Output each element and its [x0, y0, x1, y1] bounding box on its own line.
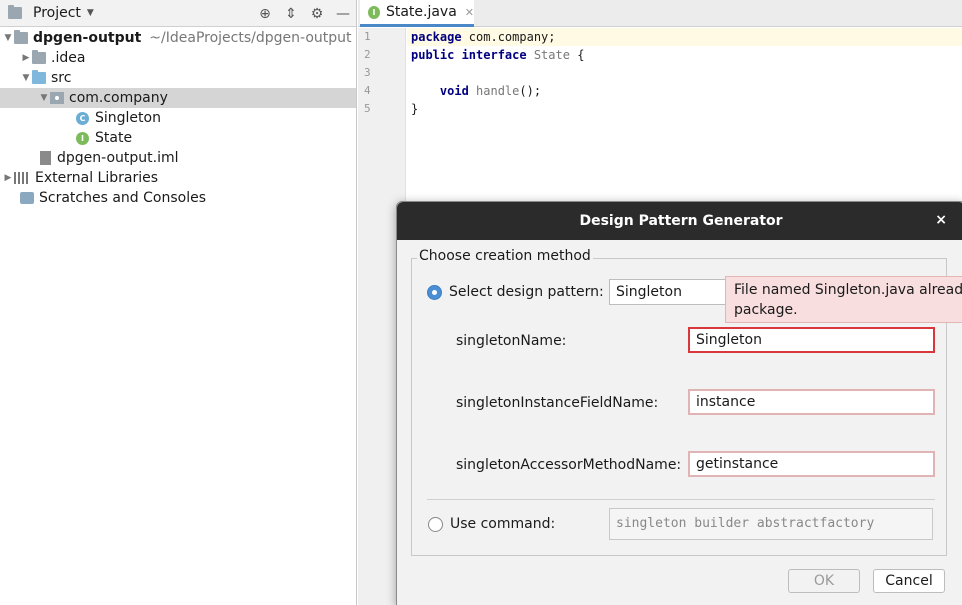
line-number: 4 — [364, 84, 371, 97]
project-window-icon — [8, 5, 22, 19]
expand-arrow-icon[interactable]: ▶ — [20, 53, 32, 63]
type-name: State — [526, 48, 570, 62]
project-toolbar: ⊕ ⇕ ⚙ — — [252, 0, 356, 27]
code-text: { — [569, 48, 585, 62]
tree-item-root[interactable]: ▼ dpgen-output ~/IdeaProjects/dpgen-outp… — [0, 28, 356, 48]
tree-item-external-libraries[interactable]: ▶ External Libraries — [0, 168, 356, 188]
tree-item-idea[interactable]: ▶ .idea — [0, 48, 356, 68]
chevron-down-icon[interactable]: ▼ — [87, 8, 94, 18]
dialog-title-bar: Design Pattern Generator × — [397, 202, 962, 240]
tree-item-state[interactable]: I State — [0, 128, 356, 148]
code-line[interactable]: public interface State { — [407, 46, 962, 64]
close-icon[interactable]: ✕ — [465, 6, 474, 19]
dialog-title: Design Pattern Generator — [579, 213, 783, 229]
project-title[interactable]: Project — [33, 5, 81, 21]
tree-item-iml[interactable]: dpgen-output.iml — [0, 148, 356, 168]
design-pattern-dialog: Design Pattern Generator × Choose creati… — [396, 201, 962, 605]
tree-item-label: Singleton — [95, 110, 161, 126]
ok-button[interactable]: OK — [788, 569, 860, 593]
tooltip-line: File named Singleton.java already — [734, 282, 962, 298]
tree-item-label: src — [51, 70, 72, 86]
cancel-button[interactable]: Cancel — [873, 569, 945, 593]
tree-item-label: .idea — [51, 50, 86, 66]
field-label: singletonName: — [456, 333, 567, 349]
locate-icon[interactable]: ⊕ — [252, 6, 278, 22]
code-line[interactable]: void handle(); — [407, 82, 962, 100]
code-line[interactable]: } — [407, 100, 962, 118]
tree-item-singleton[interactable]: C Singleton — [0, 108, 356, 128]
collapse-icon[interactable]: ⇕ — [278, 6, 304, 22]
tree-item-label: State — [95, 130, 133, 146]
select-pattern-label[interactable]: Select design pattern: — [449, 284, 604, 300]
tree-item-package[interactable]: ▼ com.company — [0, 88, 356, 108]
instance-field-input[interactable]: instance — [688, 389, 935, 415]
tree-item-label: dpgen-output.iml — [57, 150, 179, 166]
minimize-icon[interactable]: — — [330, 6, 356, 22]
keyword: package — [411, 30, 462, 44]
scratches-icon — [20, 192, 34, 204]
project-header: Project ▼ ⊕ ⇕ ⚙ — — [0, 0, 356, 27]
library-icon — [14, 172, 30, 184]
expand-arrow-icon[interactable]: ▼ — [38, 93, 50, 103]
module-file-icon — [40, 151, 51, 165]
expand-arrow-icon[interactable]: ▼ — [2, 33, 14, 43]
method-name: handle — [468, 84, 520, 98]
code-line[interactable]: package com.company; — [407, 28, 962, 46]
use-command-radio[interactable] — [428, 517, 443, 532]
field-label: singletonAccessorMethodName: — [456, 457, 682, 473]
line-number: 3 — [364, 66, 371, 79]
field-label: singletonInstanceFieldName: — [456, 395, 659, 411]
expand-arrow-icon[interactable]: ▼ — [20, 73, 32, 83]
interface-icon: I — [368, 5, 380, 19]
code-line[interactable] — [407, 64, 962, 82]
keyword: void — [439, 84, 469, 98]
pattern-select[interactable]: Singleton — [609, 279, 739, 305]
group-label: Choose creation method — [417, 248, 593, 264]
code-text: (); — [519, 84, 542, 98]
tree-item-scratches[interactable]: Scratches and Consoles — [0, 188, 356, 208]
code-text: com.company; — [461, 30, 556, 44]
line-number: 5 — [364, 102, 371, 115]
interface-icon: I — [76, 131, 89, 145]
editor-tab-bar: I State.java ✕ — [358, 0, 962, 27]
line-number: 2 — [364, 48, 371, 61]
folder-icon — [14, 30, 28, 44]
command-input[interactable]: singleton builder abstractfactory — [609, 508, 933, 540]
accessor-method-input[interactable]: getinstance — [688, 451, 935, 477]
tree-item-label: Scratches and Consoles — [39, 190, 206, 206]
singleton-name-input[interactable]: Singleton — [688, 327, 935, 353]
class-icon: C — [76, 111, 89, 125]
tab-state-java[interactable]: I State.java ✕ — [360, 0, 474, 27]
select-pattern-radio[interactable] — [427, 285, 442, 300]
gear-icon[interactable]: ⚙ — [304, 6, 330, 22]
separator — [427, 499, 935, 500]
error-tooltip: File named Singleton.java already packag… — [725, 276, 962, 323]
tab-label: State.java — [385, 4, 457, 20]
line-number: 1 — [364, 30, 371, 43]
keyword: interface — [454, 48, 527, 62]
root-name: dpgen-output — [33, 30, 142, 46]
tooltip-line: package. — [734, 302, 798, 318]
tree-item-src[interactable]: ▼ src — [0, 68, 356, 88]
use-command-label[interactable]: Use command: — [450, 516, 555, 532]
code-text: } — [411, 102, 419, 116]
project-panel: Project ▼ ⊕ ⇕ ⚙ — ▼ dpgen-output ~/IdeaP… — [0, 0, 357, 605]
root-path: ~/IdeaProjects/dpgen-output — [149, 30, 352, 46]
keyword: public — [411, 48, 455, 62]
tree-item-label: com.company — [69, 90, 168, 106]
expand-arrow-icon[interactable]: ▶ — [2, 173, 14, 183]
package-icon — [50, 92, 64, 104]
tree-item-label: External Libraries — [35, 170, 158, 186]
folder-icon — [32, 50, 46, 64]
code-editor[interactable]: package com.company; public interface St… — [407, 28, 962, 118]
project-tree: ▼ dpgen-output ~/IdeaProjects/dpgen-outp… — [0, 28, 356, 208]
close-icon[interactable]: × — [935, 212, 947, 228]
source-folder-icon — [32, 70, 46, 84]
